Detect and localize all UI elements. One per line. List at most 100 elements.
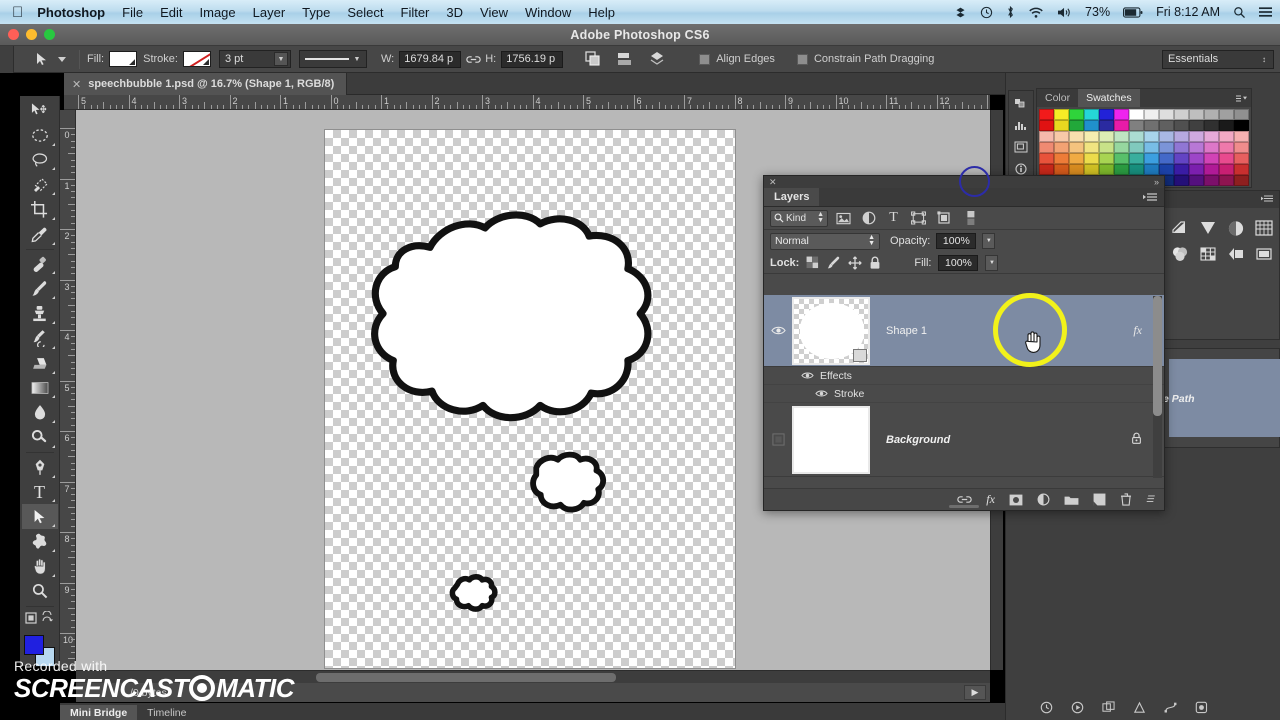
swatch-5-8[interactable]	[1159, 164, 1174, 175]
gradient-tool[interactable]	[22, 376, 58, 401]
path-row[interactable]: e Path	[1169, 359, 1280, 437]
type-tool[interactable]: T	[22, 480, 58, 505]
dropbox-icon[interactable]	[954, 6, 967, 19]
swatch-4-3[interactable]	[1084, 153, 1099, 164]
filter-toggle-icon[interactable]	[961, 210, 980, 227]
swatch-2-4[interactable]	[1099, 131, 1114, 142]
swatch-3-10[interactable]	[1189, 142, 1204, 153]
new-layer-icon[interactable]	[1093, 493, 1106, 506]
swatch-2-6[interactable]	[1129, 131, 1144, 142]
swatch-0-9[interactable]	[1174, 109, 1189, 120]
layer-name[interactable]: Shape 1	[886, 325, 927, 337]
swatch-4-11[interactable]	[1204, 153, 1219, 164]
custom-shape-tool[interactable]	[22, 529, 58, 554]
close-icon[interactable]: ✕	[72, 78, 81, 91]
swatch-4-2[interactable]	[1069, 153, 1084, 164]
menu-item-3d[interactable]: 3D	[446, 5, 463, 20]
tab-mini-bridge[interactable]: Mini Bridge	[60, 705, 137, 720]
swatch-2-0[interactable]	[1039, 131, 1054, 142]
swatch-4-7[interactable]	[1144, 153, 1159, 164]
stroke-swatch[interactable]	[183, 51, 211, 67]
swatch-0-13[interactable]	[1234, 109, 1249, 120]
path-selection-icon[interactable]	[32, 49, 52, 69]
swatch-2-11[interactable]	[1204, 131, 1219, 142]
brush-tool[interactable]	[22, 276, 58, 301]
width-input[interactable]: 1679.84 p	[399, 51, 461, 68]
tab-color[interactable]: Color	[1037, 89, 1078, 107]
delete-layer-icon[interactable]	[1120, 493, 1132, 506]
dodge-tool[interactable]	[22, 425, 58, 450]
swatch-3-12[interactable]	[1219, 142, 1234, 153]
panel-menu-icon[interactable]	[1261, 194, 1274, 205]
swatch-4-13[interactable]	[1234, 153, 1249, 164]
swatch-3-1[interactable]	[1054, 142, 1069, 153]
hue-saturation-icon[interactable]	[1197, 244, 1219, 264]
swatch-5-7[interactable]	[1144, 164, 1159, 175]
horizontal-ruler[interactable]: 54321012345678910111213	[64, 95, 990, 110]
swatch-2-13[interactable]	[1234, 131, 1249, 142]
canvas-horizontal-scrollbar[interactable]	[76, 670, 990, 683]
swatch-3-4[interactable]	[1099, 142, 1114, 153]
link-icon[interactable]	[463, 49, 483, 69]
artboard[interactable]	[325, 130, 735, 668]
vibrance-icon[interactable]	[1169, 244, 1191, 264]
stepper-icon[interactable]: ▲▼	[817, 212, 824, 225]
lock-position-icon[interactable]	[848, 256, 862, 270]
menu-item-file[interactable]: File	[122, 5, 143, 20]
swatch-3-9[interactable]	[1174, 142, 1189, 153]
color-picker-icon[interactable]	[1012, 95, 1030, 111]
swatch-2-5[interactable]	[1114, 131, 1129, 142]
swatch-4-8[interactable]	[1159, 153, 1174, 164]
type-layers-filter-icon[interactable]: T	[884, 210, 903, 227]
swatch-1-3[interactable]	[1084, 120, 1099, 131]
swatch-6-9[interactable]	[1174, 175, 1189, 186]
swatch-4-0[interactable]	[1039, 153, 1054, 164]
swatch-1-11[interactable]	[1204, 120, 1219, 131]
foreground-color-swatch[interactable]	[24, 635, 44, 655]
rectangular-marquee-tool[interactable]	[22, 123, 58, 148]
tab-timeline[interactable]: Timeline	[137, 705, 196, 720]
menu-item-select[interactable]: Select	[347, 5, 383, 20]
swatch-0-4[interactable]	[1099, 109, 1114, 120]
paths-icon[interactable]	[1164, 701, 1177, 717]
swatch-3-13[interactable]	[1234, 142, 1249, 153]
eyedropper-tool[interactable]	[22, 222, 58, 247]
stroke-weight-combo[interactable]: 3 pt ▼	[219, 50, 291, 68]
swatch-5-10[interactable]	[1189, 164, 1204, 175]
zoom-tool[interactable]	[22, 579, 58, 604]
menu-item-help[interactable]: Help	[588, 5, 615, 20]
vertical-ruler[interactable]: 012345678910	[60, 110, 76, 670]
path-alignment-icon[interactable]	[615, 49, 635, 69]
swatch-2-3[interactable]	[1084, 131, 1099, 142]
swatch-4-10[interactable]	[1189, 153, 1204, 164]
swatch-3-5[interactable]	[1114, 142, 1129, 153]
swatch-6-11[interactable]	[1204, 175, 1219, 186]
list-item[interactable]: Stroke	[764, 385, 1164, 403]
tab-layers[interactable]: Layers	[764, 188, 819, 206]
chevron-down-icon[interactable]: ▼	[274, 52, 288, 66]
swatch-3-8[interactable]	[1159, 142, 1174, 153]
swatch-4-9[interactable]	[1174, 153, 1189, 164]
swatch-2-8[interactable]	[1159, 131, 1174, 142]
swatch-5-1[interactable]	[1054, 164, 1069, 175]
levels-icon[interactable]	[1197, 218, 1219, 238]
crop-tool[interactable]	[22, 197, 58, 222]
constrain-path-dragging-checkbox[interactable]	[797, 54, 808, 65]
wifi-icon[interactable]	[1028, 6, 1044, 19]
exposure-icon[interactable]	[1253, 218, 1275, 238]
eye-icon[interactable]	[764, 325, 792, 336]
swatch-5-0[interactable]	[1039, 164, 1054, 175]
swatch-3-6[interactable]	[1129, 142, 1144, 153]
swatch-3-7[interactable]	[1144, 142, 1159, 153]
curves-icon[interactable]	[1225, 218, 1247, 238]
swatch-0-3[interactable]	[1084, 109, 1099, 120]
stroke-style-combo[interactable]: ▼	[299, 50, 367, 68]
swatch-1-0[interactable]	[1039, 120, 1054, 131]
height-input[interactable]: 1756.19 p	[501, 51, 563, 68]
swatch-0-7[interactable]	[1144, 109, 1159, 120]
blur-tool[interactable]	[22, 400, 58, 425]
swatch-0-11[interactable]	[1204, 109, 1219, 120]
swatch-0-12[interactable]	[1219, 109, 1234, 120]
histogram-icon[interactable]	[1012, 117, 1030, 133]
swatch-1-6[interactable]	[1129, 120, 1144, 131]
